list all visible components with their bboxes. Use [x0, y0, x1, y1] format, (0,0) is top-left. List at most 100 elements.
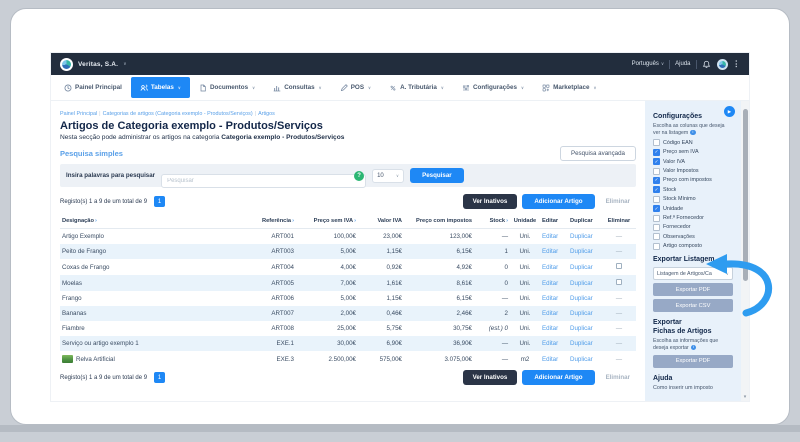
column-toggle[interactable]: ✓ Valor IVA — [653, 158, 733, 166]
checkbox-checked[interactable]: ✓ — [653, 158, 660, 166]
app-scrollbar[interactable]: ▾ — [741, 101, 749, 401]
info-icon[interactable]: i — [690, 344, 697, 351]
column-toggle[interactable]: ✓ Preço com impostos — [653, 176, 733, 184]
duplicate-link[interactable]: Duplicar — [570, 248, 593, 255]
checkbox-unchecked[interactable] — [653, 214, 660, 222]
scrollbar-thumb[interactable] — [742, 109, 748, 281]
advanced-search-button[interactable]: Pesquisa avançada — [559, 146, 636, 161]
more-menu-icon[interactable]: ⋮ — [733, 60, 741, 68]
column-header[interactable]: Duplicar — [568, 214, 602, 229]
column-toggle[interactable]: Fornecedor — [653, 223, 733, 231]
duplicate-link[interactable]: Duplicar — [570, 340, 593, 347]
export-sheets-pdf-button[interactable]: Exportar PDF — [653, 354, 733, 368]
article-name-label: Bananas — [62, 310, 87, 317]
brand-name[interactable]: Veritas, S.A. — [78, 61, 118, 68]
column-toggle[interactable]: Valor Impostos — [653, 167, 733, 175]
export-pdf-button[interactable]: Exportar PDF — [653, 283, 733, 297]
checkbox-checked[interactable]: ✓ — [653, 186, 660, 194]
column-toggle[interactable]: Observações — [653, 233, 733, 241]
edit-link[interactable]: Editar — [542, 325, 558, 332]
reference-cell: ART007 — [271, 310, 294, 317]
search-help-icon[interactable]: ? — [354, 170, 365, 181]
view-inactive-button[interactable]: Ver Inativos — [462, 194, 518, 209]
duplicate-link[interactable]: Duplicar — [570, 233, 593, 240]
sort-icon[interactable]: › — [95, 218, 97, 224]
checkbox-checked[interactable]: ✓ — [653, 205, 660, 213]
export-csv-button[interactable]: Exportar CSV — [653, 299, 733, 313]
user-avatar[interactable] — [716, 58, 728, 70]
column-header[interactable]: Eliminar — [602, 214, 636, 229]
export-type-select[interactable]: Listagem de Artigos/Ca ∨ — [653, 267, 733, 281]
nav-item-pos[interactable]: POS ∨ — [331, 75, 380, 100]
column-header[interactable]: Preço com impostos — [404, 214, 474, 229]
nav-item-consultas[interactable]: Consultas ∨ — [264, 75, 331, 100]
notifications-bell-icon[interactable] — [702, 59, 712, 69]
column-toggle[interactable]: Stock Mínimo — [653, 195, 733, 203]
column-header[interactable]: Editar — [540, 214, 568, 229]
search-input[interactable] — [161, 173, 367, 188]
add-article-button[interactable]: Adicionar Artigo — [522, 194, 595, 209]
row-delete-checkbox[interactable] — [616, 263, 622, 269]
edit-link[interactable]: Editar — [542, 248, 558, 255]
duplicate-link[interactable]: Duplicar — [570, 280, 593, 287]
column-toggle[interactable]: Ref.ª Fornecedor — [653, 214, 733, 222]
nav-item-documentos[interactable]: Documentos ∨ — [190, 75, 264, 100]
help-link[interactable]: Ajuda — [675, 61, 690, 67]
duplicate-link[interactable]: Duplicar — [570, 295, 593, 302]
edit-link[interactable]: Editar — [542, 264, 558, 271]
pagination-page-1[interactable]: 1 — [154, 196, 166, 207]
checkbox-unchecked[interactable] — [653, 167, 660, 175]
column-toggle[interactable]: ✓ Unidade — [653, 205, 733, 213]
checkbox-unchecked[interactable] — [653, 139, 660, 147]
page-size-select[interactable]: 10 ∨ — [372, 168, 405, 183]
pagination-page-1-bottom[interactable]: 1 — [154, 372, 166, 383]
column-header[interactable]: Preço sem IVA› — [296, 214, 358, 229]
checkbox-unchecked[interactable] — [653, 223, 660, 231]
duplicate-link[interactable]: Duplicar — [570, 356, 593, 363]
checkbox-unchecked[interactable] — [653, 233, 660, 241]
edit-link[interactable]: Editar — [542, 356, 558, 363]
breadcrumb-link-categorias[interactable]: Categorias de artigos (Categoria exemplo… — [103, 111, 253, 117]
column-toggle[interactable]: Artigo composto — [653, 242, 733, 250]
search-button[interactable]: Pesquisar — [410, 168, 464, 183]
checkbox-unchecked[interactable] — [653, 242, 660, 250]
column-header[interactable]: Valor IVA — [358, 214, 404, 229]
view-inactive-button-bottom[interactable]: Ver Inativos — [462, 370, 518, 385]
nav-item-tabelas[interactable]: Tabelas ∨ — [130, 77, 190, 98]
nav-item-a-tributaria[interactable]: A. Tributária ∨ — [380, 75, 453, 100]
breadcrumb-link-painel-principal[interactable]: Painel Principal — [60, 111, 97, 117]
language-selector[interactable]: Português ∨ — [632, 61, 665, 67]
column-toggle[interactable]: Código EAN — [653, 139, 733, 147]
column-toggle[interactable]: ✓ Stock — [653, 186, 733, 194]
edit-link[interactable]: Editar — [542, 340, 558, 347]
nav-item-marketplace[interactable]: Marketplace ∨ — [533, 75, 605, 100]
checkbox-checked[interactable]: ✓ — [653, 148, 660, 156]
help-article-link[interactable]: Como inserir um imposto — [653, 385, 733, 391]
duplicate-link[interactable]: Duplicar — [570, 264, 593, 271]
duplicate-link[interactable]: Duplicar — [570, 310, 593, 317]
scroll-down-arrow-icon[interactable]: ▾ — [741, 394, 749, 400]
column-toggle[interactable]: ✓ Preço sem IVA — [653, 148, 733, 156]
column-header[interactable]: Designação› — [60, 214, 240, 229]
nav-item-painel-principal[interactable]: Painel Principal — [55, 75, 131, 100]
info-icon[interactable]: i — [690, 129, 696, 135]
edit-link[interactable]: Editar — [542, 280, 558, 287]
sort-icon[interactable]: › — [506, 218, 508, 224]
column-header[interactable]: Stock› — [474, 214, 510, 229]
column-header[interactable]: Referência› — [240, 214, 296, 229]
checkbox-unchecked[interactable] — [653, 195, 660, 203]
sort-icon[interactable]: › — [292, 218, 294, 224]
play-tutorial-button[interactable]: ▶ — [724, 106, 735, 117]
checkbox-checked[interactable]: ✓ — [653, 176, 660, 184]
edit-link[interactable]: Editar — [542, 295, 558, 302]
column-header[interactable]: Unidade — [510, 214, 540, 229]
delete-button[interactable]: Eliminar — [600, 194, 636, 209]
nav-item-configuracoes[interactable]: Configurações ∨ — [453, 75, 533, 100]
duplicate-link[interactable]: Duplicar — [570, 325, 593, 332]
delete-button-bottom[interactable]: Eliminar — [600, 370, 636, 385]
sort-icon[interactable]: › — [354, 218, 356, 224]
edit-link[interactable]: Editar — [542, 310, 558, 317]
row-delete-checkbox[interactable] — [616, 279, 622, 285]
add-article-button-bottom[interactable]: Adicionar Artigo — [522, 370, 595, 385]
edit-link[interactable]: Editar — [542, 233, 558, 240]
